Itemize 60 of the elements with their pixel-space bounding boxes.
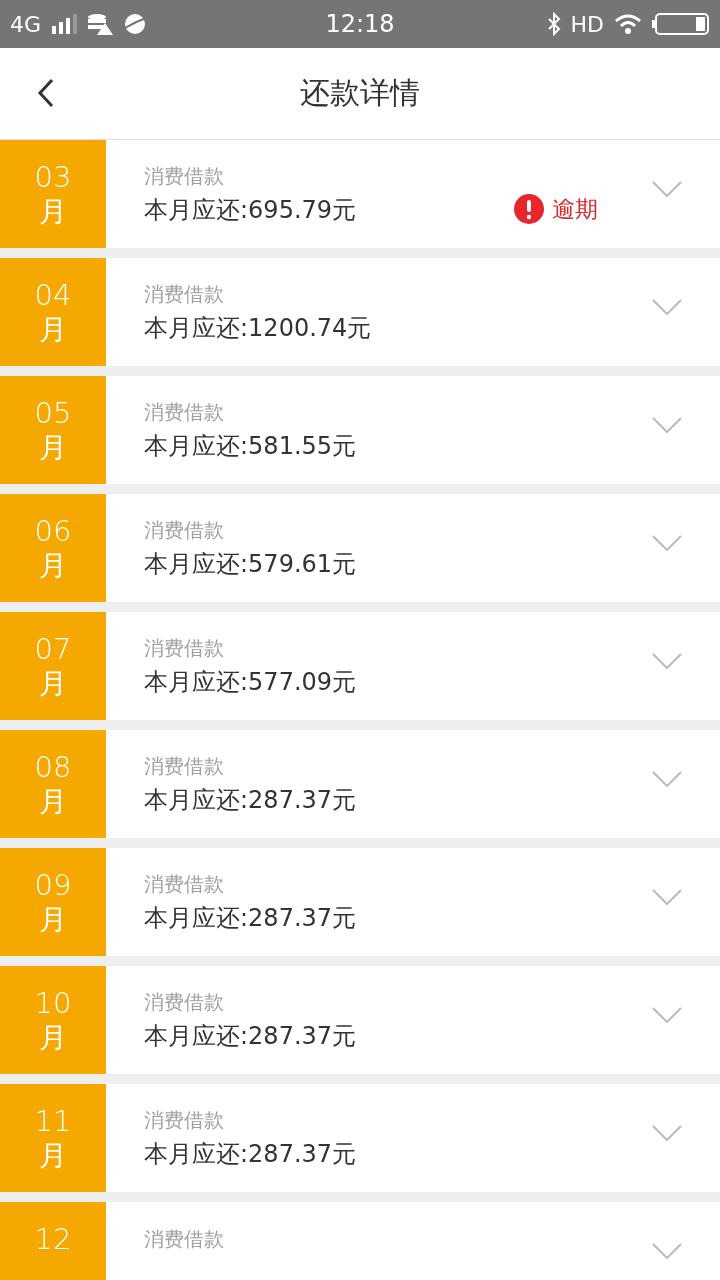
page-title: 还款详情 — [300, 74, 420, 112]
chevron-down-icon[interactable] — [652, 181, 682, 197]
overdue-label: 逾期 — [552, 194, 598, 224]
chevron-down-icon[interactable] — [652, 771, 682, 787]
amount-due: 本月应还:287.37元 — [144, 1020, 358, 1052]
amount-due: 本月应还:287.37元 — [144, 902, 358, 934]
repayment-row[interactable]: 08 月 消费借款 本月应还:287.37元 — [0, 730, 720, 838]
repayment-row[interactable]: 04 月 消费借款 本月应还:1200.74元 — [0, 258, 720, 366]
loan-category: 消费借款 — [144, 1106, 225, 1134]
back-button[interactable] — [36, 78, 56, 108]
signal-icon — [51, 14, 78, 34]
month-badge: 12 — [0, 1202, 106, 1280]
loan-category: 消费借款 — [144, 988, 225, 1016]
chevron-down-icon[interactable] — [652, 417, 682, 433]
chevron-down-icon[interactable] — [652, 1243, 682, 1259]
repayment-row[interactable]: 05 月 消费借款 本月应还:581.55元 — [0, 376, 720, 484]
month-badge: 07 月 — [0, 612, 106, 720]
loan-category: 消费借款 — [144, 1226, 225, 1254]
month-badge: 10 月 — [0, 966, 106, 1074]
month-badge: 09 月 — [0, 848, 106, 956]
repayment-row[interactable]: 09 月 消费借款 本月应还:287.37元 — [0, 848, 720, 956]
amount-due: 本月应还:695.79元 — [144, 194, 358, 226]
repayment-row[interactable]: 07 月 消费借款 本月应还:577.09元 — [0, 612, 720, 720]
amount-due: 本月应还:1200.74元 — [144, 312, 373, 344]
repayment-row[interactable]: 11 月 消费借款 本月应还:287.37元 — [0, 1084, 720, 1192]
chevron-down-icon[interactable] — [652, 1007, 682, 1023]
loan-category: 消费借款 — [144, 752, 225, 780]
amount-due: 本月应还:287.37元 — [144, 1138, 358, 1170]
month-badge: 05 月 — [0, 376, 106, 484]
wifi-icon — [614, 13, 642, 35]
chevron-down-icon[interactable] — [652, 653, 682, 669]
chevron-down-icon[interactable] — [652, 1125, 682, 1141]
month-badge: 04 月 — [0, 258, 106, 366]
loan-category: 消费借款 — [144, 280, 225, 308]
bluetooth-icon — [546, 12, 561, 36]
chevron-down-icon[interactable] — [652, 299, 682, 315]
network-label: 4G — [10, 11, 42, 37]
amount-due: 本月应还:287.37元 — [144, 784, 358, 816]
planet-icon — [123, 12, 148, 36]
repayment-row[interactable]: 03 月 消费借款 本月应还:695.79元 逾期 — [0, 140, 720, 248]
battery-icon — [652, 12, 710, 36]
amount-due: 本月应还:581.55元 — [144, 430, 358, 462]
loan-category: 消费借款 — [144, 870, 225, 898]
loan-category: 消费借款 — [144, 516, 225, 544]
database-warning-icon — [87, 13, 114, 35]
month-badge: 11 月 — [0, 1084, 106, 1192]
clock-time: 12:18 — [325, 10, 395, 38]
loan-category: 消费借款 — [144, 634, 225, 662]
month-badge: 03 月 — [0, 140, 106, 248]
month-badge: 08 月 — [0, 730, 106, 838]
amount-due: 本月应还:579.61元 — [144, 548, 358, 580]
amount-due: 本月应还:577.09元 — [144, 666, 358, 698]
chevron-down-icon[interactable] — [652, 535, 682, 551]
repayment-row[interactable]: 10 月 消费借款 本月应还:287.37元 — [0, 966, 720, 1074]
loan-category: 消费借款 — [144, 162, 225, 190]
hd-label: HD — [570, 11, 604, 37]
month-badge: 06 月 — [0, 494, 106, 602]
loan-category: 消费借款 — [144, 398, 225, 426]
repayment-row[interactable]: 06 月 消费借款 本月应还:579.61元 — [0, 494, 720, 602]
chevron-down-icon[interactable] — [652, 889, 682, 905]
